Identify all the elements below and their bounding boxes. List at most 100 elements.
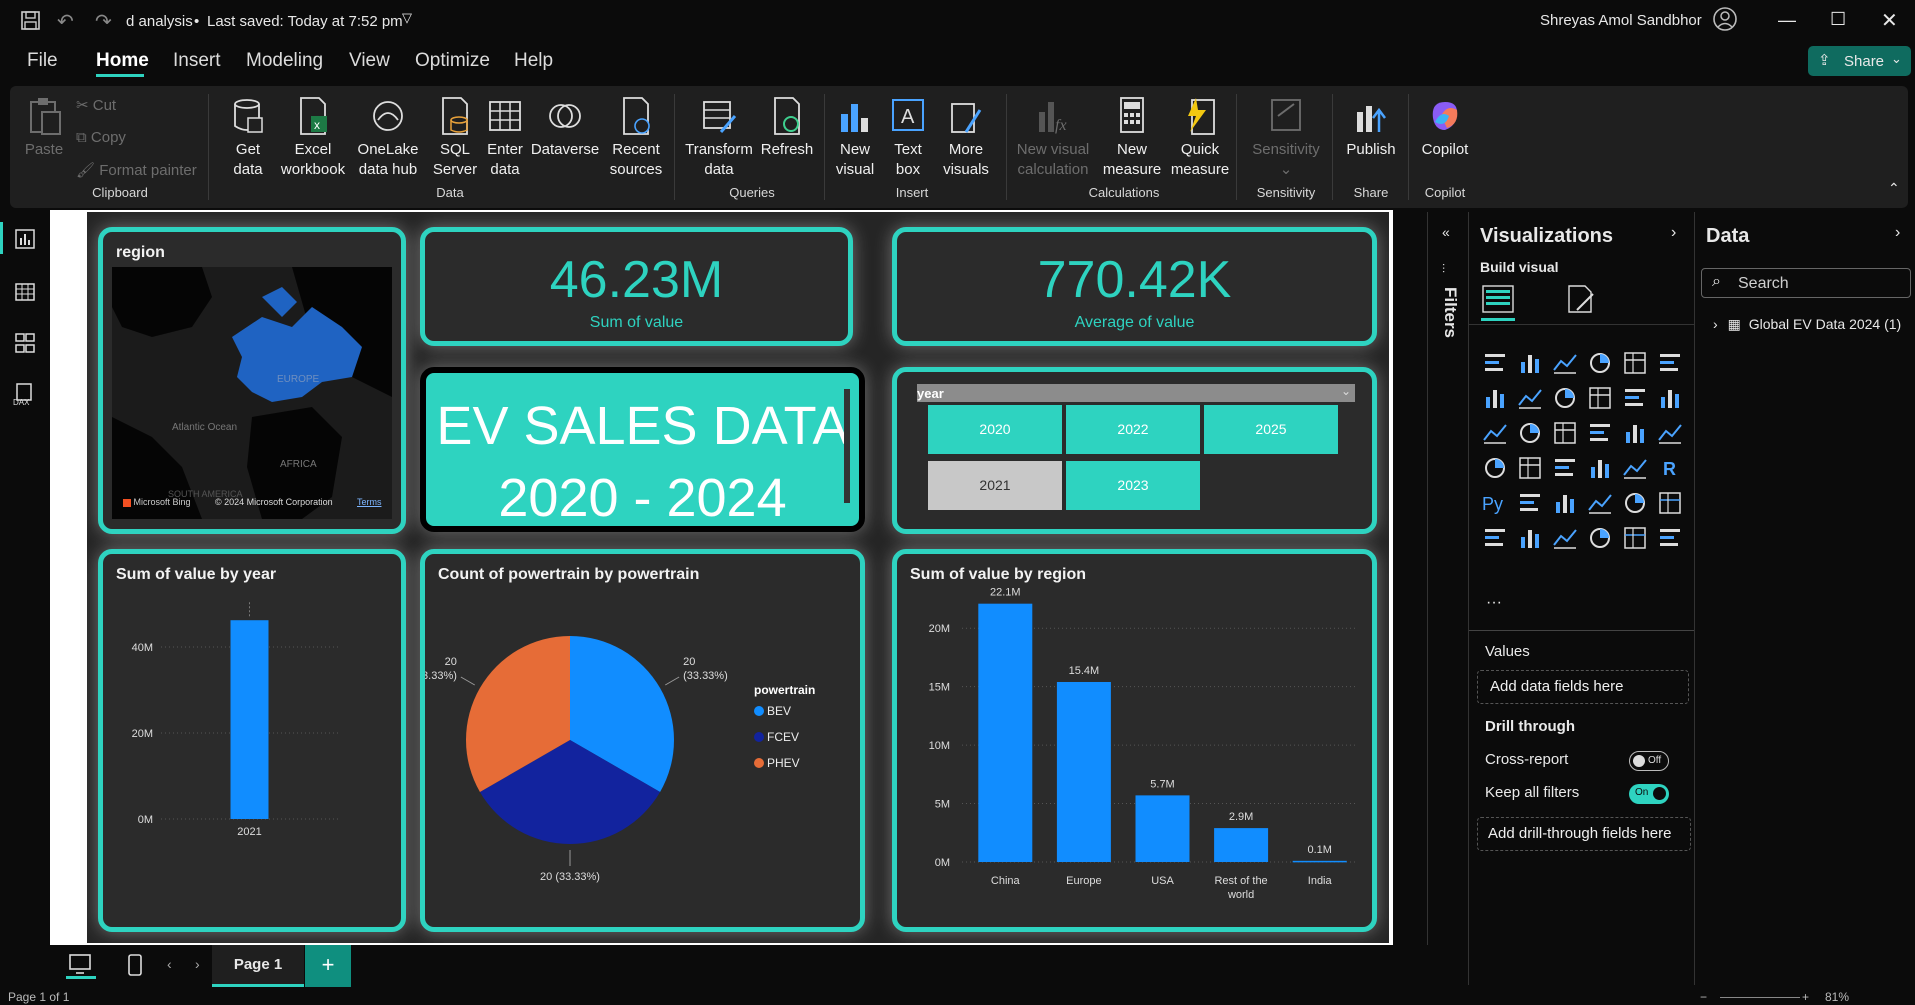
values-drop-zone[interactable]: Add data fields here bbox=[1477, 670, 1689, 704]
refresh-button[interactable]: Refresh bbox=[758, 96, 816, 160]
report-view-icon[interactable] bbox=[14, 228, 36, 250]
redo-icon[interactable]: ↷ bbox=[95, 9, 112, 34]
visual-type-icon[interactable] bbox=[1517, 385, 1543, 411]
slicer-button-2022[interactable]: 2022 bbox=[1066, 405, 1200, 454]
slicer-button-2021[interactable]: 2021 bbox=[928, 461, 1062, 510]
visual-type-icon[interactable] bbox=[1587, 420, 1613, 446]
filters-pane-collapsed[interactable]: « ⫶ Filters bbox=[1427, 212, 1467, 945]
new-visual-calculation-button[interactable]: fx New visual calculation bbox=[1010, 96, 1096, 180]
visual-type-icon[interactable]: R bbox=[1657, 455, 1683, 481]
more-visuals-button[interactable]: More visuals bbox=[936, 96, 996, 180]
map-terms-link[interactable]: Terms bbox=[357, 497, 382, 507]
excel-workbook-button[interactable]: x Excel workbook bbox=[278, 96, 348, 180]
maximize-icon[interactable]: ☐ bbox=[1830, 9, 1846, 30]
format-painter-button[interactable]: 🖌 Format painter bbox=[76, 161, 197, 179]
avatar[interactable] bbox=[1712, 6, 1738, 32]
map-visual[interactable]: region EUROPE Atlantic Ocean AFRICA SOUT… bbox=[98, 227, 406, 534]
onelake-button[interactable]: OneLake data hub bbox=[352, 96, 424, 180]
collapse-viz-icon[interactable]: › bbox=[1671, 224, 1676, 242]
collapse-ribbon-icon[interactable]: ⌃ bbox=[1888, 180, 1900, 197]
visual-type-icon[interactable] bbox=[1587, 525, 1613, 551]
visual-type-icon[interactable] bbox=[1587, 350, 1613, 376]
drill-through-drop-zone[interactable]: Add drill-through fields here bbox=[1477, 817, 1691, 851]
zoom-slider[interactable] bbox=[1720, 997, 1800, 998]
menu-help[interactable]: Help bbox=[514, 50, 553, 72]
format-visual-tab-icon[interactable] bbox=[1565, 284, 1597, 314]
expand-filters-icon[interactable]: « bbox=[1442, 224, 1450, 240]
save-icon[interactable] bbox=[20, 10, 42, 32]
slicer-button-2025[interactable]: 2025 bbox=[1204, 405, 1338, 454]
kpi-card-sum[interactable]: 46.23M Sum of value bbox=[420, 227, 853, 346]
quick-measure-button[interactable]: Quick measure bbox=[1170, 96, 1230, 180]
zoom-in-icon[interactable]: + bbox=[1802, 990, 1809, 1004]
visual-type-icon[interactable] bbox=[1552, 420, 1578, 446]
document-title[interactable]: d analysis bbox=[126, 13, 193, 30]
visual-type-icon[interactable] bbox=[1482, 385, 1508, 411]
minimize-icon[interactable]: — bbox=[1778, 10, 1796, 31]
visual-type-icon[interactable] bbox=[1657, 350, 1683, 376]
visual-type-icon[interactable] bbox=[1622, 350, 1648, 376]
data-search-box[interactable]: ⌕ Search bbox=[1701, 268, 1911, 298]
page-tab-page-1[interactable]: Page 1 bbox=[212, 945, 304, 987]
visual-type-icon[interactable] bbox=[1552, 350, 1578, 376]
slicer-button-2020[interactable]: 2020 bbox=[928, 405, 1062, 454]
share-button[interactable]: ⇪ Share ⌄ bbox=[1808, 46, 1911, 76]
recent-sources-button[interactable]: Recent sources bbox=[604, 96, 668, 180]
visual-type-icon[interactable] bbox=[1482, 525, 1508, 551]
visual-type-icon[interactable] bbox=[1587, 490, 1613, 516]
build-visual-tab-icon[interactable] bbox=[1481, 284, 1515, 314]
text-box-button[interactable]: A Text box bbox=[886, 96, 930, 180]
chevron-down-icon[interactable]: ▽ bbox=[402, 10, 412, 26]
chevron-right-icon[interactable]: › bbox=[1713, 316, 1718, 332]
visual-type-icon[interactable] bbox=[1657, 490, 1683, 516]
copilot-button[interactable]: Copilot bbox=[1414, 96, 1476, 160]
visual-type-icon[interactable] bbox=[1552, 455, 1578, 481]
new-visual-button[interactable]: New visual bbox=[832, 96, 878, 180]
paste-button[interactable]: Paste bbox=[20, 96, 68, 160]
sensitivity-button[interactable]: Sensitivity ⌄ bbox=[1244, 96, 1328, 180]
banner-scrollbar[interactable] bbox=[844, 389, 850, 503]
cut-button[interactable]: ✂ Cut bbox=[76, 96, 116, 114]
visual-type-icon[interactable] bbox=[1552, 385, 1578, 411]
data-table-item[interactable]: › ▦ Global EV Data 2024 (1) bbox=[1713, 316, 1901, 333]
visual-type-icon[interactable] bbox=[1517, 525, 1543, 551]
add-page-button[interactable]: + bbox=[305, 945, 351, 987]
visual-type-icon[interactable] bbox=[1657, 525, 1683, 551]
visual-type-icon[interactable] bbox=[1657, 385, 1683, 411]
visual-type-icon[interactable] bbox=[1482, 420, 1508, 446]
zoom-out-icon[interactable]: − bbox=[1700, 990, 1707, 1004]
close-icon[interactable]: ✕ bbox=[1881, 8, 1898, 33]
get-data-button[interactable]: Get data bbox=[222, 96, 274, 180]
visual-type-icon[interactable] bbox=[1622, 525, 1648, 551]
desktop-layout-icon[interactable] bbox=[66, 953, 96, 979]
visual-type-icon[interactable] bbox=[1517, 350, 1543, 376]
collapse-data-icon[interactable]: › bbox=[1895, 224, 1900, 242]
visual-type-icon[interactable] bbox=[1587, 455, 1613, 481]
menu-home[interactable]: Home bbox=[96, 50, 149, 72]
title-banner[interactable]: EV SALES DATA 2020 - 2024 bbox=[420, 367, 865, 532]
next-page-icon[interactable]: › bbox=[195, 956, 200, 972]
menu-modeling[interactable]: Modeling bbox=[246, 50, 323, 72]
menu-insert[interactable]: Insert bbox=[173, 50, 221, 72]
copy-button[interactable]: ⧉ Copy bbox=[76, 129, 126, 146]
mobile-layout-icon[interactable] bbox=[126, 953, 144, 977]
chevron-down-icon[interactable]: ⌄ bbox=[1341, 384, 1351, 398]
visual-type-icon[interactable] bbox=[1552, 490, 1578, 516]
visual-type-icon[interactable] bbox=[1482, 455, 1508, 481]
slicer-button-2023[interactable]: 2023 bbox=[1066, 461, 1200, 510]
visual-type-icon[interactable] bbox=[1587, 385, 1613, 411]
visual-type-icon[interactable] bbox=[1657, 420, 1683, 446]
dataverse-button[interactable]: Dataverse bbox=[528, 96, 602, 160]
bar-chart-by-year[interactable]: Sum of value by year 0M 20M 40M 2021 bbox=[98, 549, 406, 932]
publish-button[interactable]: Publish bbox=[1340, 96, 1402, 160]
visual-type-icon[interactable] bbox=[1622, 420, 1648, 446]
undo-icon[interactable]: ↶ bbox=[57, 9, 74, 34]
visual-type-icon[interactable] bbox=[1622, 385, 1648, 411]
transform-data-button[interactable]: Transform data bbox=[682, 96, 756, 180]
menu-optimize[interactable]: Optimize bbox=[415, 50, 490, 72]
pie-chart-powertrain[interactable]: Count of powertrain by powertrain 20 (33.… bbox=[420, 549, 865, 932]
visual-type-icon[interactable] bbox=[1552, 525, 1578, 551]
visual-type-icon[interactable] bbox=[1482, 350, 1508, 376]
model-view-icon[interactable] bbox=[14, 332, 36, 354]
prev-page-icon[interactable]: ‹ bbox=[167, 956, 172, 972]
